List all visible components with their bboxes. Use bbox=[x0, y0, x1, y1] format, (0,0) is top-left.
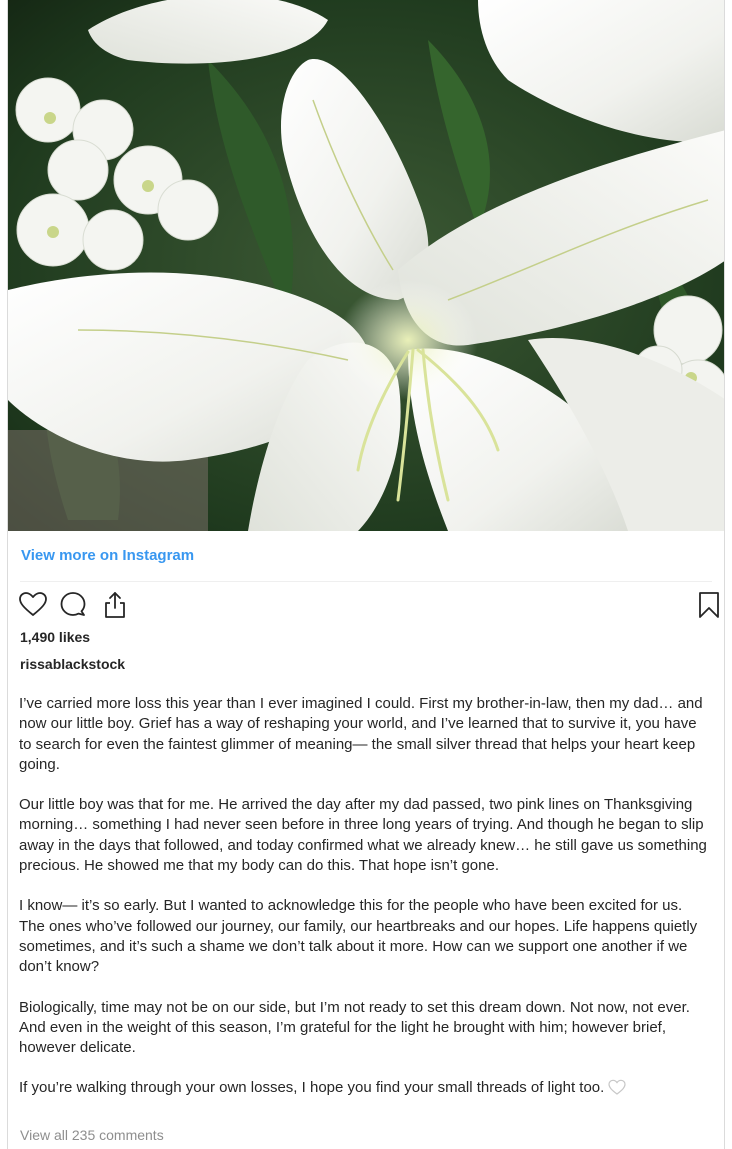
caption-paragraph: I know— it’s so early. But I wanted to a… bbox=[19, 897, 698, 976]
view-all-comments-link[interactable]: View all 235 comments bbox=[20, 1127, 164, 1143]
white-lilies-photo bbox=[8, 0, 724, 531]
post-caption: I’ve carried more loss this year than I … bbox=[19, 694, 709, 1102]
heart-icon[interactable] bbox=[18, 590, 48, 620]
white-heart-icon bbox=[608, 1079, 626, 1101]
caption-paragraph-text: If you’re walking through your own losse… bbox=[19, 1079, 605, 1097]
view-more-on-instagram-link[interactable]: View more on Instagram bbox=[21, 547, 194, 564]
post-photo[interactable] bbox=[8, 0, 724, 531]
instagram-embed-card: View more on Instagram 1,490 likes rissa… bbox=[7, 0, 725, 1149]
share-icon[interactable] bbox=[100, 590, 130, 620]
comment-icon[interactable] bbox=[58, 590, 88, 620]
caption-paragraph-last: If you’re walking through your own losse… bbox=[19, 1078, 709, 1101]
action-bar bbox=[18, 590, 719, 620]
caption-paragraph: Our little boy was that for me. He arriv… bbox=[19, 796, 707, 875]
likes-count[interactable]: 1,490 likes bbox=[20, 629, 90, 645]
caption-paragraph: Biologically, time may not be on our sid… bbox=[19, 998, 690, 1057]
caption-paragraph: I’ve carried more loss this year than I … bbox=[19, 695, 703, 773]
post-username[interactable]: rissablackstock bbox=[20, 656, 125, 672]
bookmark-icon[interactable] bbox=[694, 590, 724, 620]
divider bbox=[20, 581, 712, 582]
